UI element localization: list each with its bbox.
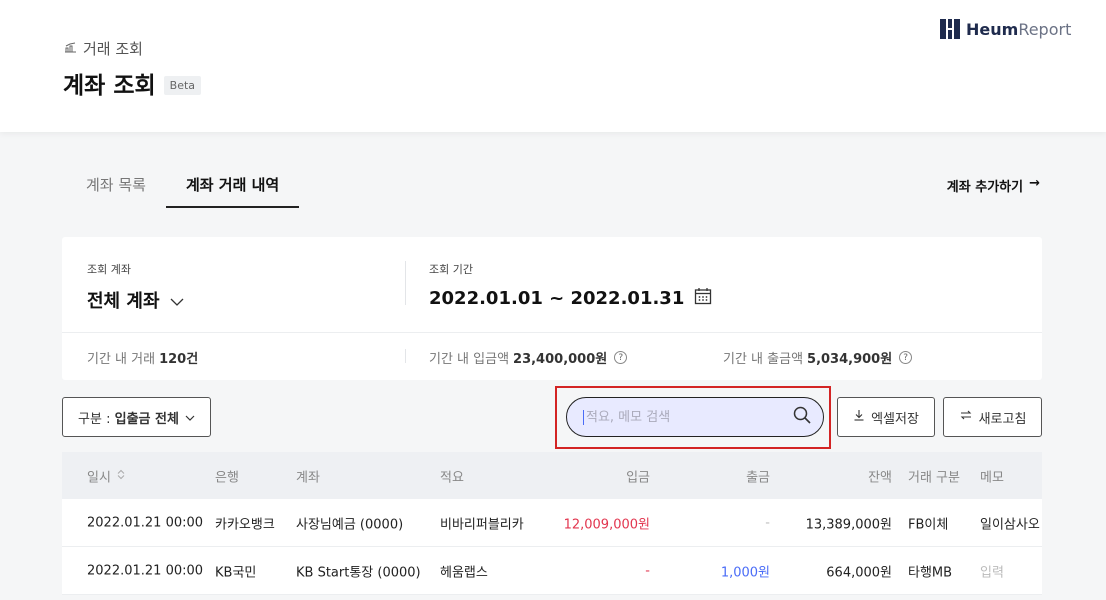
divider bbox=[405, 349, 406, 363]
help-icon[interactable]: ? bbox=[614, 351, 628, 364]
help-icon[interactable]: ? bbox=[899, 351, 913, 364]
arrow-right-icon: → bbox=[1029, 176, 1040, 191]
column-header-deposit: 입금 bbox=[626, 470, 650, 485]
cell-deposit: - bbox=[645, 563, 650, 578]
brand-name-bold: Heum bbox=[966, 19, 1019, 39]
summary-count-value: 120건 bbox=[159, 352, 199, 367]
column-header-balance: 잔액 bbox=[868, 470, 892, 485]
table-row[interactable]: 2022.01.21 00:00 카카오뱅크 사장님예금 (0000) 비바리퍼… bbox=[62, 499, 1042, 547]
calendar-icon[interactable] bbox=[694, 287, 712, 310]
type-filter-dropdown[interactable]: 구분 : 입출금 전체 bbox=[62, 397, 211, 437]
cell-account: KB Start통장 (0000) bbox=[296, 565, 421, 580]
page-title-text: 계좌 조회 bbox=[63, 73, 156, 99]
breadcrumb: 거래 조회 bbox=[64, 38, 143, 59]
cell-memo[interactable]: 입력 bbox=[980, 561, 1004, 580]
summary-deposit-label: 기간 내 입금액 bbox=[429, 352, 510, 367]
search-input[interactable] bbox=[583, 409, 793, 425]
chart-icon bbox=[64, 42, 77, 56]
download-icon bbox=[853, 409, 865, 425]
sort-icon[interactable] bbox=[117, 468, 125, 483]
cell-bank: KB국민 bbox=[215, 565, 257, 580]
period-filter: 조회 기간 2022.01.01 ~ 2022.01.31 bbox=[429, 261, 712, 310]
cell-account: 사장님예금 (0000) bbox=[296, 517, 404, 532]
add-account-link[interactable]: 계좌 추가하기 → bbox=[947, 176, 1040, 195]
cell-withdraw: - bbox=[765, 515, 770, 530]
cell-deposit: 12,009,000원 bbox=[563, 517, 650, 532]
cell-type: FB이체 bbox=[908, 517, 949, 532]
cell-datetime: 2022.01.21 00:00 bbox=[87, 563, 204, 578]
cell-balance: 13,389,000원 bbox=[805, 517, 892, 532]
column-header-account: 계좌 bbox=[296, 470, 320, 485]
beta-badge: Beta bbox=[163, 75, 202, 95]
summary-count-label: 기간 내 거래 bbox=[87, 352, 156, 367]
summary-withdraw-value: 5,034,900원 bbox=[807, 352, 893, 367]
page-header: 거래 조회 계좌 조회 Beta Heum Report bbox=[0, 0, 1106, 132]
transactions-table: 일시 은행 계좌 적요 입금 출금 잔액 거래 구분 메모 2022.01.21… bbox=[62, 452, 1042, 595]
brand-name-light: Report bbox=[1018, 19, 1072, 39]
chevron-down-icon bbox=[170, 290, 184, 311]
cell-memo[interactable]: 일이삼사오 bbox=[980, 513, 1040, 532]
breadcrumb-label[interactable]: 거래 조회 bbox=[83, 38, 143, 59]
page-title: 계좌 조회 Beta bbox=[63, 66, 202, 100]
summary-withdraw-label: 기간 내 출금액 bbox=[723, 352, 804, 367]
type-filter-prefix: 구분 : bbox=[78, 411, 115, 427]
excel-save-label: 엑셀저장 bbox=[871, 411, 919, 427]
tab-account-transactions[interactable]: 계좌 거래 내역 bbox=[165, 160, 300, 208]
filter-card: 조회 계좌 전체 계좌 조회 기간 2022.01.01 ~ 2022.01.3… bbox=[62, 237, 1042, 380]
refresh-label: 새로고침 bbox=[978, 411, 1027, 427]
column-header-withdraw: 출금 bbox=[746, 470, 770, 485]
account-filter: 조회 계좌 전체 계좌 bbox=[87, 261, 184, 313]
table-row[interactable]: 2022.01.21 00:00 KB국민 KB Start통장 (0000) … bbox=[62, 547, 1042, 595]
column-header-bank: 은행 bbox=[215, 470, 239, 485]
cell-bank: 카카오뱅크 bbox=[215, 517, 275, 532]
table-header: 일시 은행 계좌 적요 입금 출금 잔액 거래 구분 메모 bbox=[62, 452, 1042, 499]
cell-summary: 헤움랩스 bbox=[440, 565, 488, 580]
account-select-value: 전체 계좌 bbox=[87, 291, 160, 312]
refresh-icon bbox=[959, 409, 973, 425]
search-box[interactable] bbox=[566, 397, 824, 437]
cell-withdraw: 1,000원 bbox=[720, 565, 770, 580]
period-filter-label: 조회 기간 bbox=[429, 263, 473, 276]
summary-deposit-value: 23,400,000원 bbox=[513, 352, 608, 367]
column-header-memo: 메모 bbox=[980, 470, 1004, 485]
excel-save-button[interactable]: 엑셀저장 bbox=[837, 397, 935, 437]
cell-type: 타행MB bbox=[908, 565, 953, 580]
divider bbox=[62, 332, 1042, 333]
cell-datetime: 2022.01.21 00:00 bbox=[87, 515, 204, 530]
tab-account-list[interactable]: 계좌 목록 bbox=[66, 160, 166, 208]
divider bbox=[405, 261, 406, 305]
type-filter-value: 입출금 전체 bbox=[114, 411, 179, 427]
column-header-datetime[interactable]: 일시 bbox=[87, 466, 125, 485]
summary-withdraw: 기간 내 출금액 5,034,900원 ? bbox=[723, 348, 913, 367]
refresh-button[interactable]: 새로고침 bbox=[943, 397, 1042, 437]
period-value: 2022.01.01 ~ 2022.01.31 bbox=[429, 288, 685, 309]
chevron-down-icon bbox=[185, 410, 195, 425]
brand-logo[interactable]: Heum Report bbox=[940, 19, 1071, 39]
heum-logo-icon bbox=[940, 19, 960, 39]
column-header-label: 일시 bbox=[87, 470, 111, 485]
cell-balance: 664,000원 bbox=[826, 565, 892, 580]
column-header-type: 거래 구분 bbox=[908, 470, 960, 485]
add-account-label: 계좌 추가하기 bbox=[946, 180, 1024, 195]
summary-count: 기간 내 거래 120건 bbox=[87, 348, 198, 367]
tab-bar: 계좌 목록 계좌 거래 내역 bbox=[66, 160, 300, 208]
account-filter-label: 조회 계좌 bbox=[87, 263, 131, 276]
search-icon[interactable] bbox=[793, 406, 811, 428]
period-picker[interactable]: 2022.01.01 ~ 2022.01.31 bbox=[429, 287, 712, 310]
summary-deposit: 기간 내 입금액 23,400,000원 ? bbox=[429, 348, 628, 367]
account-select[interactable]: 전체 계좌 bbox=[87, 287, 184, 313]
cell-summary: 비바리퍼블리카 bbox=[440, 517, 524, 532]
column-header-summary: 적요 bbox=[440, 470, 464, 485]
